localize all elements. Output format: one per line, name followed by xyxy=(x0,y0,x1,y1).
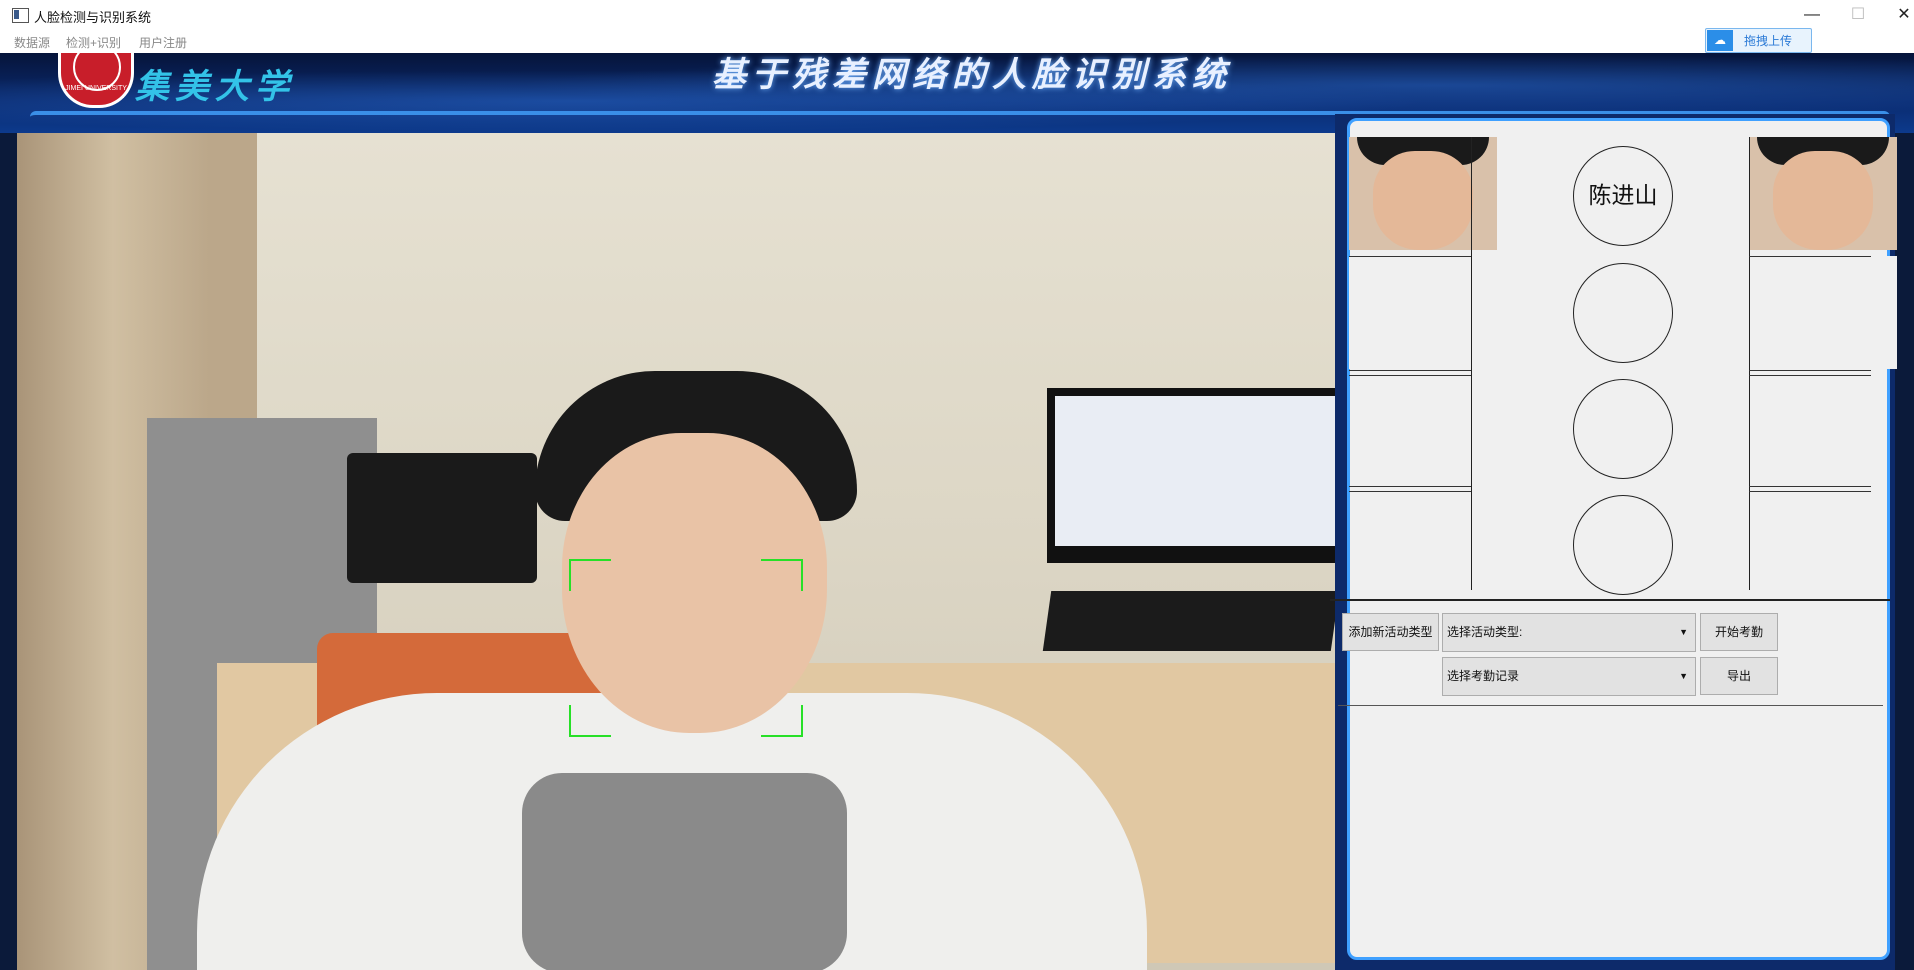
attendance-record-select[interactable]: 选择考勤记录 ▼ xyxy=(1442,657,1696,696)
recognized-name-1: 陈进山 xyxy=(1573,146,1673,246)
captured-face-2 xyxy=(1349,256,1497,369)
recognized-name-4 xyxy=(1573,495,1673,595)
recognition-panel-inner: 陈进山 添加新活动类型 选择活动类型: ▼ 开始考勤 选择考勤记录 ▼ 导出 xyxy=(1330,118,1897,960)
menu-item-user-register[interactable]: 用户注册 xyxy=(139,34,187,51)
face-detection-box xyxy=(569,559,803,737)
recognition-panel: 陈进山 添加新活动类型 选择活动类型: ▼ 开始考勤 选择考勤记录 ▼ 导出 xyxy=(1330,114,1897,970)
row-divider xyxy=(1349,370,1471,371)
row-divider xyxy=(1349,256,1471,257)
row-divider xyxy=(1749,256,1871,257)
logo-text: JIMEI UNIVERSITY xyxy=(65,85,127,92)
background-keyboard xyxy=(1042,591,1335,651)
close-button[interactable]: ✕ xyxy=(1892,4,1914,26)
row-divider xyxy=(1749,375,1871,376)
column-divider-right xyxy=(1749,137,1750,590)
app-icon xyxy=(12,8,29,23)
drag-upload-button[interactable]: ☁ 拖拽上传 xyxy=(1705,28,1812,53)
start-attendance-button[interactable]: 开始考勤 xyxy=(1700,613,1778,651)
window-title: 人脸检测与识别系统 xyxy=(34,10,152,25)
background-monitor xyxy=(1047,388,1335,563)
row-divider xyxy=(1349,486,1471,487)
column-divider-left xyxy=(1471,137,1472,590)
title-bar: 人脸检测与识别系统 — ☐ ✕ xyxy=(0,0,1914,30)
chevron-down-icon: ▼ xyxy=(1679,627,1688,637)
minimize-button[interactable]: — xyxy=(1800,4,1824,26)
university-logo: JIMEI UNIVERSITY xyxy=(58,53,134,108)
menu-item-detect-recognize[interactable]: 检测+识别 xyxy=(66,34,121,51)
add-activity-type-button[interactable]: 添加新活动类型 xyxy=(1342,613,1439,651)
section-separator xyxy=(1330,599,1890,601)
university-name: 集美大学 xyxy=(135,67,295,107)
recognized-name-3 xyxy=(1573,379,1673,479)
captured-face-1 xyxy=(1349,137,1497,250)
registered-face-2 xyxy=(1749,256,1897,369)
camera-feed xyxy=(17,133,1335,970)
maximize-button[interactable]: ☐ xyxy=(1846,4,1870,26)
system-title: 基于残差网络的人脸识别系统 xyxy=(712,55,1232,95)
activity-type-select-value: 选择活动类型: xyxy=(1447,625,1523,639)
shirt-print xyxy=(522,773,847,970)
chevron-down-icon: ▼ xyxy=(1679,671,1688,681)
section-separator xyxy=(1338,705,1883,706)
row-divider xyxy=(1349,491,1471,492)
activity-type-select[interactable]: 选择活动类型: ▼ xyxy=(1442,613,1696,652)
row-divider xyxy=(1349,375,1471,376)
drag-upload-label: 拖拽上传 xyxy=(1744,34,1793,48)
attendance-record-select-value: 选择考勤记录 xyxy=(1447,669,1520,683)
menu-bar: 数据源 检测+识别 用户注册 xyxy=(0,30,1914,53)
row-divider xyxy=(1749,491,1871,492)
cloud-upload-icon: ☁ xyxy=(1707,30,1733,51)
row-divider xyxy=(1749,486,1871,487)
registered-face-1 xyxy=(1749,137,1897,250)
row-divider xyxy=(1749,370,1871,371)
background-bag xyxy=(347,453,537,583)
menu-item-data-source[interactable]: 数据源 xyxy=(14,34,50,51)
recognized-name-2 xyxy=(1573,263,1673,363)
export-button[interactable]: 导出 xyxy=(1700,657,1778,695)
